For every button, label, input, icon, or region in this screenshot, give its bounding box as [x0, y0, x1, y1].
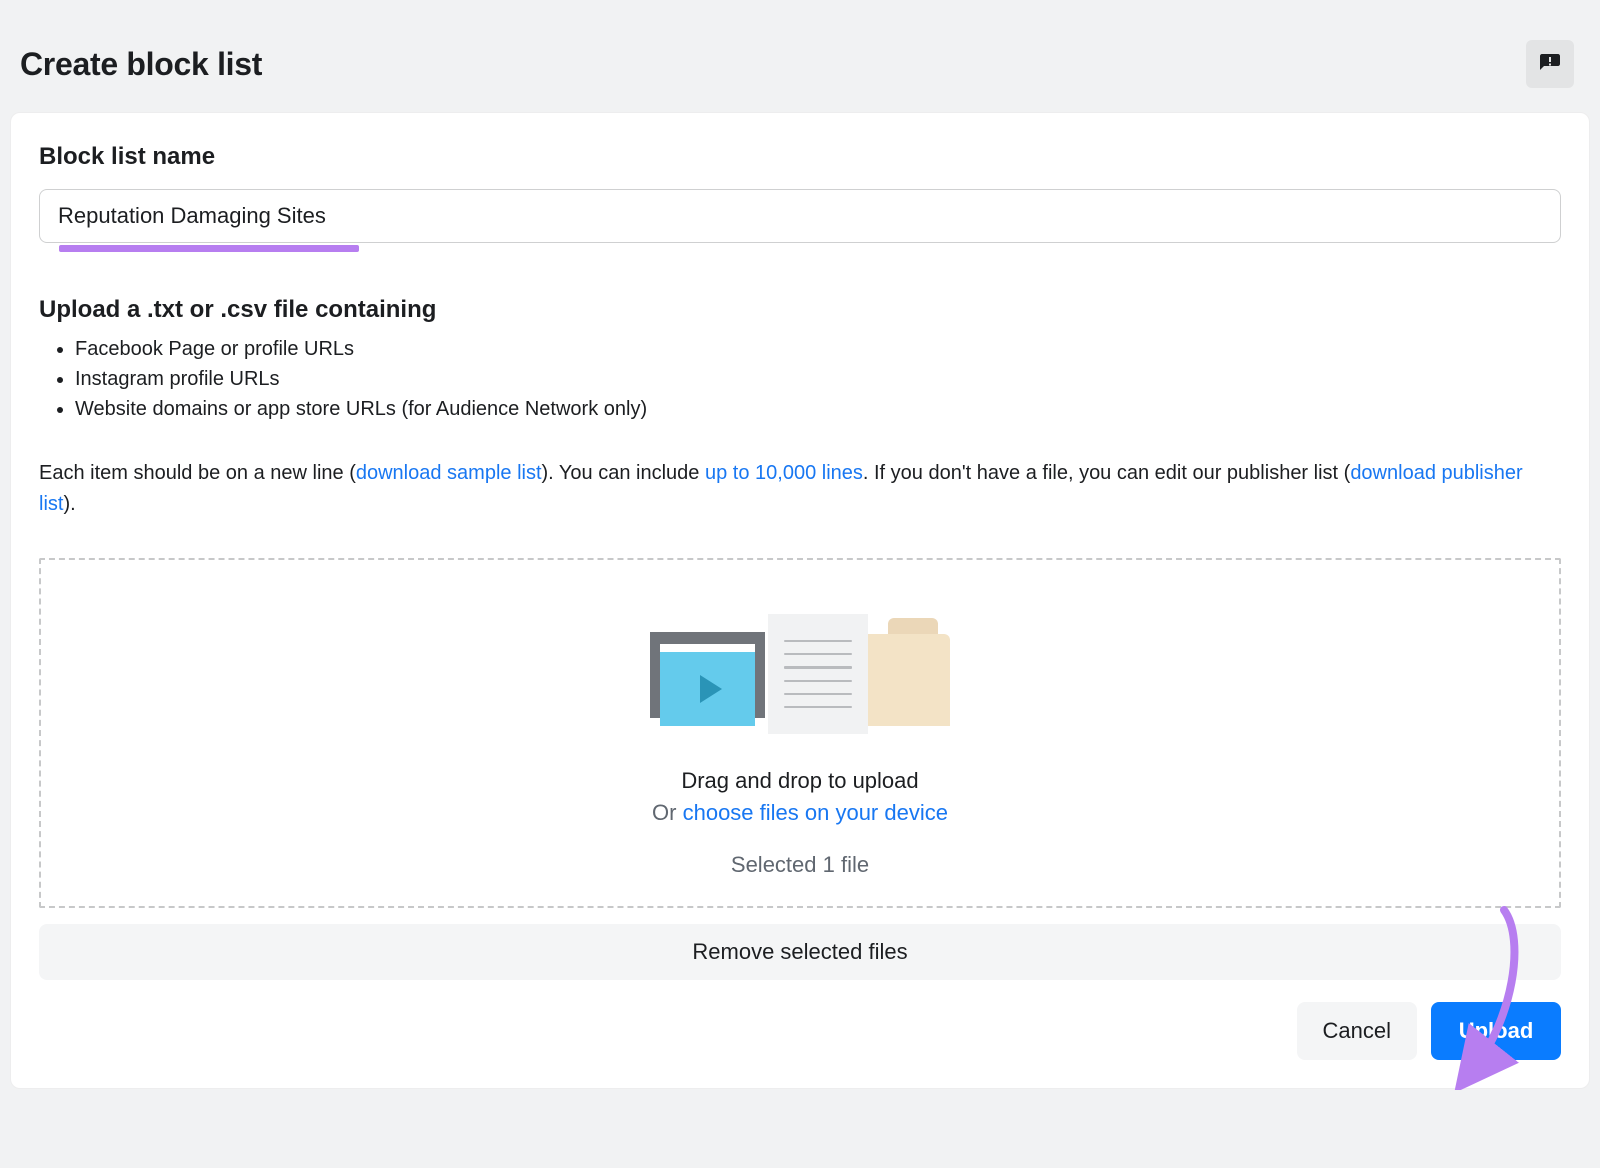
lines-limit-link[interactable]: up to 10,000 lines — [705, 462, 863, 484]
upload-button[interactable]: Upload — [1431, 1002, 1561, 1060]
selected-file-status: Selected 1 file — [731, 852, 869, 878]
form-card: Block list name Upload a .txt or .csv fi… — [10, 112, 1590, 1089]
list-item: Facebook Page or profile URLs — [75, 334, 1561, 364]
upload-heading: Upload a .txt or .csv file containing — [39, 296, 1561, 324]
page-title: Create block list — [20, 46, 262, 83]
page-header: Create block list — [10, 10, 1590, 112]
download-sample-link[interactable]: download sample list — [356, 462, 542, 484]
dropzone-subtitle: Or choose files on your device — [652, 800, 948, 826]
cancel-button[interactable]: Cancel — [1297, 1002, 1417, 1060]
choose-files-link[interactable]: choose files on your device — [683, 800, 948, 825]
footer-actions: Cancel Upload — [39, 1002, 1561, 1060]
upload-illustration-icon — [650, 614, 950, 734]
block-list-name-input[interactable] — [39, 189, 1561, 243]
feedback-icon — [1538, 52, 1562, 76]
remove-selected-button[interactable]: Remove selected files — [39, 924, 1561, 980]
help-text: Each item should be on a new line (downl… — [39, 458, 1561, 520]
feedback-button[interactable] — [1526, 40, 1574, 88]
file-dropzone[interactable]: Drag and drop to upload Or choose files … — [39, 558, 1561, 908]
dropzone-title: Drag and drop to upload — [681, 768, 918, 794]
name-label: Block list name — [39, 143, 1561, 171]
upload-bullet-list: Facebook Page or profile URLs Instagram … — [39, 334, 1561, 424]
highlight-annotation — [59, 245, 359, 252]
list-item: Website domains or app store URLs (for A… — [75, 394, 1561, 424]
list-item: Instagram profile URLs — [75, 364, 1561, 394]
